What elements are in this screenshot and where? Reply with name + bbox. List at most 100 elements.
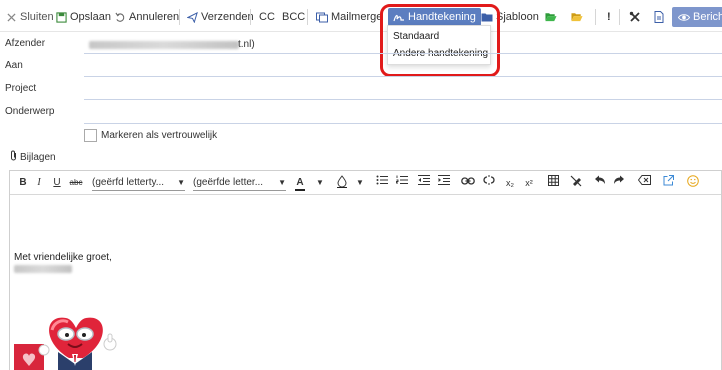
tools-icon bbox=[629, 11, 641, 23]
toolbar-separator bbox=[250, 9, 251, 25]
cc-button[interactable]: CC bbox=[259, 8, 275, 26]
signature-label: Handtekening bbox=[408, 11, 476, 23]
mailmerge-button[interactable]: Mailmerge bbox=[316, 8, 382, 26]
cancel-button[interactable]: Annuleren bbox=[114, 8, 179, 26]
subject-label: Onderwerp bbox=[5, 106, 55, 117]
numbered-list-button[interactable] bbox=[396, 175, 408, 191]
toolbar-separator bbox=[307, 9, 308, 25]
table-icon bbox=[547, 175, 559, 186]
superscript-button[interactable]: x² bbox=[523, 175, 535, 191]
send-label: Verzenden bbox=[201, 11, 254, 23]
sender-domain: t.nl) bbox=[238, 39, 255, 50]
eye-left bbox=[65, 333, 69, 337]
heart-mascot-image bbox=[14, 317, 117, 370]
chevron-down-icon[interactable]: ▼ bbox=[356, 175, 364, 191]
indent-button[interactable] bbox=[438, 175, 450, 191]
redacted-name bbox=[14, 265, 72, 273]
toolbar-separator bbox=[595, 9, 596, 25]
open-folder-green-button[interactable] bbox=[545, 8, 557, 26]
send-icon bbox=[186, 11, 198, 23]
drop-icon bbox=[337, 175, 347, 188]
insert-link-button[interactable] bbox=[461, 175, 475, 191]
signature-icon bbox=[393, 11, 405, 23]
sender-field[interactable] bbox=[84, 53, 722, 54]
close-button[interactable]: Sluiten bbox=[5, 8, 54, 26]
document-icon bbox=[653, 11, 665, 23]
strikethrough-button[interactable]: abc bbox=[68, 175, 84, 191]
font-family-select[interactable]: (geërfd letterty... ▼ bbox=[92, 175, 185, 191]
bullet-list-button[interactable] bbox=[376, 175, 388, 191]
confidential-checkbox[interactable] bbox=[84, 129, 97, 142]
undo-icon bbox=[595, 175, 605, 184]
mailmerge-icon bbox=[316, 11, 328, 23]
project-field[interactable] bbox=[84, 99, 722, 100]
toolbar-separator bbox=[619, 9, 620, 25]
clear-format-button[interactable] bbox=[570, 175, 582, 191]
link-icon bbox=[461, 177, 475, 185]
signature-button[interactable]: Handtekening bbox=[388, 8, 481, 26]
project-label: Project bbox=[5, 83, 37, 94]
font-family-value: (geërfd letterty... bbox=[92, 177, 165, 188]
redo-icon bbox=[614, 175, 624, 184]
attachments-label: Bijlagen bbox=[20, 151, 56, 163]
italic-button[interactable]: I bbox=[34, 175, 44, 191]
to-field[interactable] bbox=[84, 76, 722, 77]
menu-item-standard-signature[interactable]: Standaard bbox=[393, 31, 439, 42]
backspace-icon bbox=[637, 175, 651, 185]
sender-label: Afzender bbox=[5, 38, 46, 49]
save-button[interactable]: Opslaan bbox=[55, 8, 111, 26]
save-icon bbox=[55, 11, 67, 23]
bold-button[interactable]: B bbox=[17, 175, 29, 191]
document-button[interactable] bbox=[653, 8, 665, 26]
unlink-icon bbox=[483, 175, 495, 185]
send-button[interactable]: Verzenden bbox=[186, 8, 254, 26]
undo-button[interactable] bbox=[594, 175, 606, 191]
undo-icon bbox=[114, 11, 126, 23]
greeting-text: Met vriendelijke groet, bbox=[14, 252, 112, 263]
mailmerge-label: Mailmerge bbox=[331, 11, 383, 23]
open-folder-yellow-button[interactable] bbox=[571, 8, 583, 26]
template-button[interactable]: Sjabloon bbox=[481, 8, 539, 26]
font-size-value: (geërfde letter... bbox=[193, 177, 264, 188]
subscript-button[interactable]: x₂ bbox=[504, 175, 516, 191]
font-size-select[interactable]: (geërfde letter... ▼ bbox=[193, 175, 286, 191]
indent-icon bbox=[438, 175, 450, 185]
close-label: Sluiten bbox=[20, 11, 54, 23]
smiley-icon bbox=[687, 175, 699, 187]
emoji-button[interactable] bbox=[687, 175, 699, 191]
editor-toolbar: B I U abc (geërfd letterty... ▼ (geërfde… bbox=[10, 171, 721, 195]
remove-link-button[interactable] bbox=[482, 175, 496, 191]
paperclip-icon bbox=[9, 150, 18, 164]
tools-button[interactable] bbox=[629, 8, 641, 26]
chevron-down-icon[interactable]: ▼ bbox=[316, 175, 324, 191]
attachments-button[interactable]: Bijlagen bbox=[9, 150, 56, 164]
close-icon bbox=[5, 11, 17, 23]
insert-table-button[interactable] bbox=[547, 175, 559, 191]
priority-button[interactable]: ! bbox=[607, 8, 611, 26]
external-link-icon bbox=[663, 175, 674, 186]
bcc-button[interactable]: BCC bbox=[282, 8, 305, 26]
message-editor[interactable]: B I U abc (geërfd letterty... ▼ (geërfde… bbox=[9, 170, 722, 370]
numbered-list-icon bbox=[396, 175, 408, 184]
subject-field[interactable] bbox=[84, 123, 722, 124]
popout-button[interactable] bbox=[662, 175, 674, 191]
eye-right bbox=[82, 333, 86, 337]
template-label: Sjabloon bbox=[496, 11, 539, 23]
redo-button[interactable] bbox=[613, 175, 625, 191]
outdent-button[interactable] bbox=[418, 175, 430, 191]
glove-left bbox=[38, 344, 50, 356]
highlight-color-button[interactable] bbox=[336, 175, 348, 191]
underline-button[interactable]: U bbox=[52, 175, 62, 191]
chevron-down-icon: ▼ bbox=[278, 178, 286, 187]
font-color-button[interactable]: A bbox=[295, 175, 305, 191]
signature-dropdown-menu: Standaard Andere handtekening bbox=[387, 25, 491, 65]
clear-button[interactable] bbox=[637, 175, 651, 191]
cancel-label: Annuleren bbox=[129, 11, 180, 23]
folder-open-icon bbox=[545, 11, 557, 23]
eye-icon bbox=[678, 11, 690, 23]
chevron-down-icon: ▼ bbox=[177, 178, 185, 187]
eraser-icon bbox=[570, 175, 582, 187]
thumb-up bbox=[107, 333, 113, 343]
message-view-button[interactable]: Bericht bbox=[672, 7, 722, 27]
folder-icon bbox=[481, 11, 493, 23]
